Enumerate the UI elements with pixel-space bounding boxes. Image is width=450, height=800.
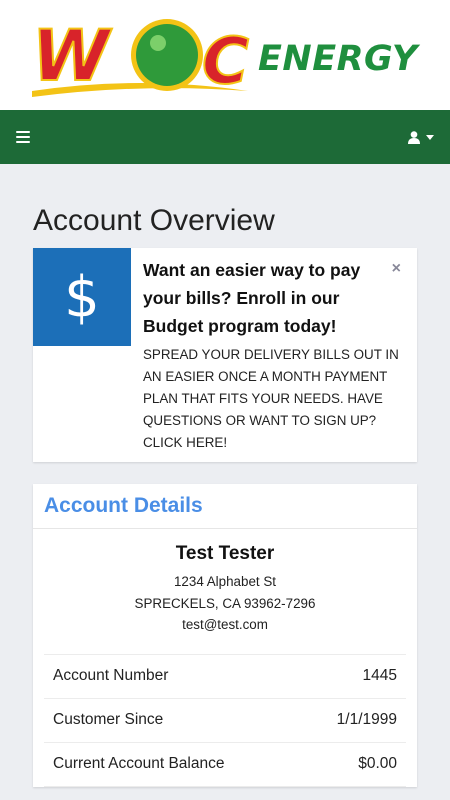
customer-profile: Test Tester 1234 Alphabet St SPRECKELS, … [44,529,406,655]
promo-text[interactable]: SPREAD YOUR DELIVERY BILLS OUT IN AN EAS… [143,344,405,454]
top-navbar [0,110,450,164]
row-value: 1445 [362,667,397,684]
row-value: $0.00 [358,755,397,772]
row-label: Account Number [53,667,169,684]
svg-text:W: W [32,15,113,97]
page-title: Account Overview [33,204,275,237]
user-icon [408,130,420,144]
woc-energy-logo[interactable]: W C ENERGY [30,5,420,105]
woc-logo-graphic: W C [31,14,250,100]
promo-body: Want an easier way to pay your bills? En… [131,248,417,462]
address-line-1: 1234 Alphabet St [173,574,276,589]
account-details-header: Account Details [33,484,417,529]
address-line-2: SPRECKELS, CA 93962-7296 [134,595,316,611]
account-details-card: Account Details Test Tester 1234 Alphabe… [33,484,417,787]
user-menu-dropdown[interactable] [408,130,434,144]
customer-since-row: Customer Since 1/1/1999 [44,699,406,743]
close-icon[interactable]: × [392,260,401,278]
customer-name: Test Tester [175,543,275,564]
svg-text:C: C [202,25,249,99]
logo-energy-word: ENERGY [258,39,418,79]
account-number-row: Account Number 1445 [44,655,406,699]
account-balance-row: Current Account Balance $0.00 [44,743,406,787]
row-label: Customer Since [53,711,164,728]
dollar-icon: $ [33,248,131,346]
row-label: Current Account Balance [53,755,225,772]
budget-promo-banner[interactable]: $ Want an easier way to pay your bills? … [33,248,417,462]
row-value: 1/1/1999 [336,711,397,728]
customer-email: test@test.com [182,617,268,632]
hamburger-icon[interactable] [16,131,30,143]
chevron-down-icon [426,134,434,140]
main-content: Account Overview $ Want an easier way to… [0,164,450,787]
promo-headline: Want an easier way to pay your bills? En… [143,260,361,336]
logo-header: W C ENERGY [0,0,450,110]
